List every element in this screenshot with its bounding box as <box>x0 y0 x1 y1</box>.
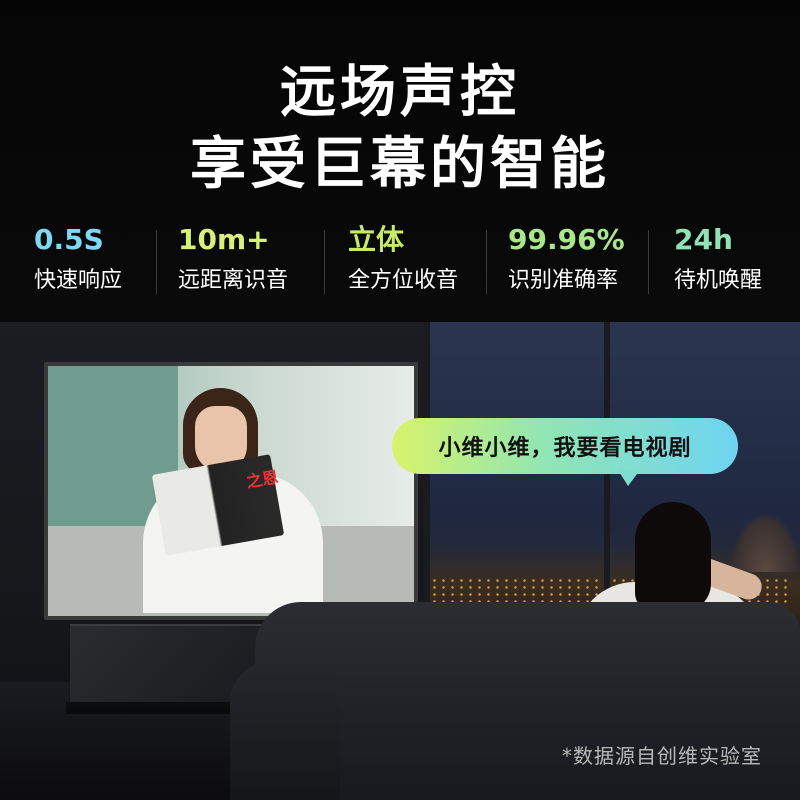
tv-screen: 之恩 <box>48 366 414 616</box>
stat-standby: 24h 待机唤醒 <box>674 222 762 302</box>
stat-response-time: 0.5S 快速响应 <box>34 222 122 302</box>
stat-divider <box>486 230 487 294</box>
stat-label: 待机唤醒 <box>674 268 763 293</box>
living-room-scene: 之恩 小维小维，我要看电视剧 <box>0 322 800 800</box>
viewer-hair <box>635 502 711 612</box>
stat-divider <box>648 230 649 294</box>
stat-label: 全方位收音 <box>348 268 459 293</box>
stat-value: 0.5S <box>34 223 104 256</box>
stat-stereo: 立体 全方位收音 <box>348 222 458 302</box>
headline-line-1: 远场声控 <box>280 60 520 125</box>
sofa-arm <box>230 662 340 800</box>
stat-value: 24h <box>674 223 733 256</box>
voice-command-bubble: 小维小维，我要看电视剧 <box>392 418 738 474</box>
stat-label: 远距离识音 <box>178 268 289 293</box>
voice-command-text: 小维小维，我要看电视剧 <box>438 436 692 461</box>
stat-accuracy: 99.96% 识别准确率 <box>508 222 625 302</box>
stat-value: 立体 <box>348 223 405 256</box>
bubble-tail <box>618 470 640 486</box>
television: 之恩 <box>44 362 418 620</box>
stat-divider <box>324 230 325 294</box>
stat-value: 99.96% <box>508 223 625 256</box>
stat-value: 10m+ <box>178 223 270 256</box>
data-source-footnote: *数据源自创维实验室 <box>562 744 762 768</box>
stat-label: 快速响应 <box>34 268 123 293</box>
stat-distance: 10m+ 远距离识音 <box>178 222 288 302</box>
stat-divider <box>156 230 157 294</box>
feature-stats: 0.5S 快速响应 10m+ 远距离识音 立体 全方位收音 99.96% 识别准… <box>0 222 800 302</box>
stat-label: 识别准确率 <box>508 268 619 293</box>
headline-line-2: 享受巨幕的智能 <box>190 132 610 197</box>
